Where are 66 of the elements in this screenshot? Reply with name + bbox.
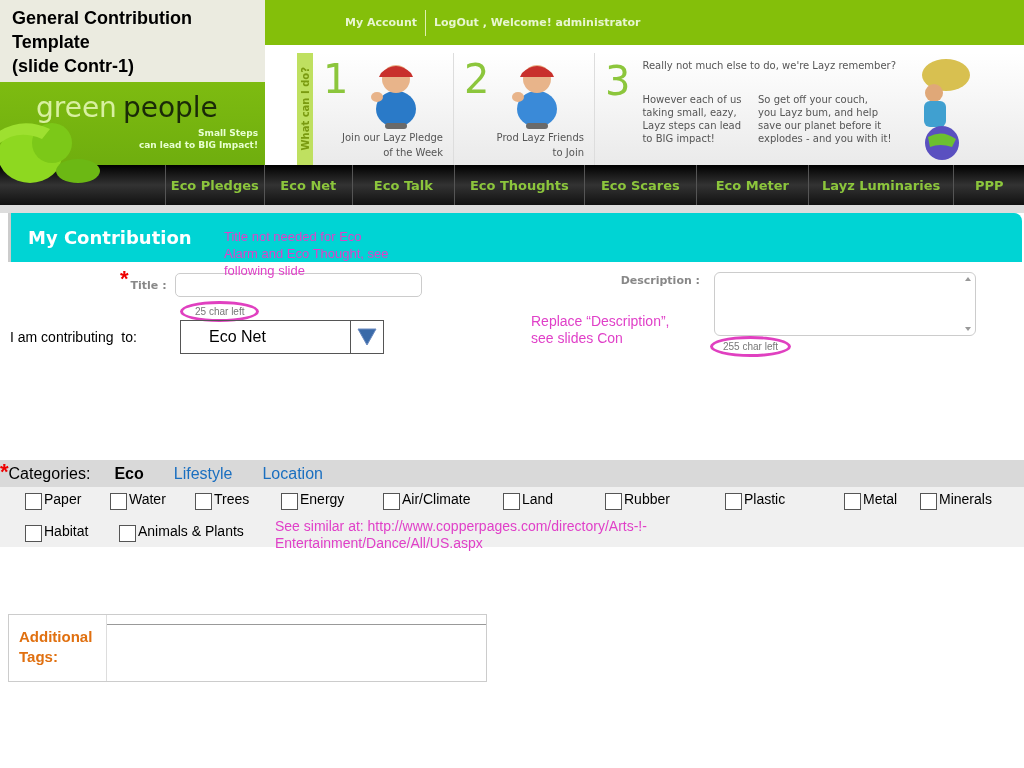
checkbox[interactable] (920, 493, 937, 510)
nav-tab[interactable]: Layz Luminaries (808, 165, 954, 205)
checkbox-label: Metal (863, 491, 898, 507)
checkbox-label: Minerals (939, 491, 992, 507)
nav-tab[interactable]: Eco Scares (584, 165, 696, 205)
logo-tagline: Small Steps can lead to BIG Impact! (137, 127, 258, 151)
checkbox[interactable] (110, 493, 127, 510)
step-text: However each of us taking small, eazy, Layz steps can lead to BIG impact! (642, 92, 743, 146)
checkbox-label: Plastic (744, 491, 786, 507)
scroll-up-icon (965, 277, 971, 281)
annotation-note: See similar at: http://www.copperpages.com/directory/Arts-!-Entertainment/Dance/All/US.aspx (275, 518, 648, 552)
checkbox-label: Paper (44, 491, 82, 507)
step-caption[interactable]: Prod Layz Friends to Join (464, 130, 584, 161)
description-field[interactable] (714, 272, 976, 336)
checkbox[interactable] (383, 493, 400, 510)
category-tab[interactable]: Lifestyle (173, 464, 233, 483)
steps-label: What can I do? (299, 67, 311, 151)
dropdown-arrow-icon (357, 328, 377, 346)
char-counter: 25 char left (180, 301, 260, 322)
checkbox[interactable] (503, 493, 520, 510)
category-tab[interactable]: Eco (114, 464, 144, 483)
checkbox[interactable] (195, 493, 212, 510)
checkbox-label: Land (522, 491, 554, 507)
category-tab[interactable]: Location (262, 464, 323, 483)
step-headline: Really not much else to do, we're Layz remember? (642, 59, 896, 73)
categories-label: Categories: (8, 464, 91, 483)
annotation-note: Replace “Description”, see slides Con (531, 313, 671, 347)
panel-title: My Contribution (28, 227, 192, 248)
checkbox[interactable] (725, 493, 742, 510)
checkbox-label: Trees (214, 491, 250, 507)
logo-word: people (122, 93, 218, 123)
step-number: 1 (323, 57, 350, 104)
field-label: I am contributing to: (10, 329, 138, 345)
nav-tab[interactable]: PPP (953, 165, 1024, 205)
annotation-note: Title not needed for Eco Alarm and Eco Thought, see following slide (224, 228, 390, 279)
step-text: So get off your couch, you Layz bum, and help save our planet before it explodes - and you with it! (758, 92, 893, 146)
checkbox[interactable] (119, 525, 136, 542)
checkbox-label: Rubber (624, 491, 670, 507)
checkbox-label: Animals & Plants (138, 523, 244, 539)
category-dropdown[interactable]: Eco Net (180, 320, 384, 354)
checkbox-label: Air/Climate (402, 491, 471, 507)
nav-tab[interactable]: Eco Talk (352, 165, 454, 205)
nav-tab[interactable]: Eco Meter (695, 165, 808, 205)
logo-word: green (36, 93, 117, 123)
required-mark: * (0, 459, 9, 485)
slide-title: General Contribution Template (slide Contr-1) (12, 7, 193, 78)
checkbox[interactable] (844, 493, 861, 510)
checkbox[interactable] (25, 525, 42, 542)
checkbox[interactable] (605, 493, 622, 510)
nav-tab[interactable]: Eco Net (263, 165, 353, 205)
scroll-down-icon (965, 327, 971, 331)
checkbox-label: Habitat (44, 523, 89, 539)
required-mark: * (120, 266, 129, 292)
field-label: Title : (130, 278, 168, 292)
checkbox-label: Energy (300, 491, 345, 507)
checkbox-label: Water (129, 491, 166, 507)
tags-label: Additional Tags: (9, 615, 107, 681)
field-label: Description : (619, 273, 700, 287)
step-caption[interactable]: Join our Layz Pledge of the Week (323, 130, 443, 161)
step-number: 3 (605, 59, 631, 106)
step-number: 2 (464, 57, 491, 104)
checkbox[interactable] (281, 493, 298, 510)
nav-tab[interactable]: Eco Pledges (165, 165, 264, 205)
char-counter: 255 char left (710, 336, 792, 357)
checkbox[interactable] (25, 493, 42, 510)
nav-tab[interactable]: Eco Thoughts (453, 165, 585, 205)
